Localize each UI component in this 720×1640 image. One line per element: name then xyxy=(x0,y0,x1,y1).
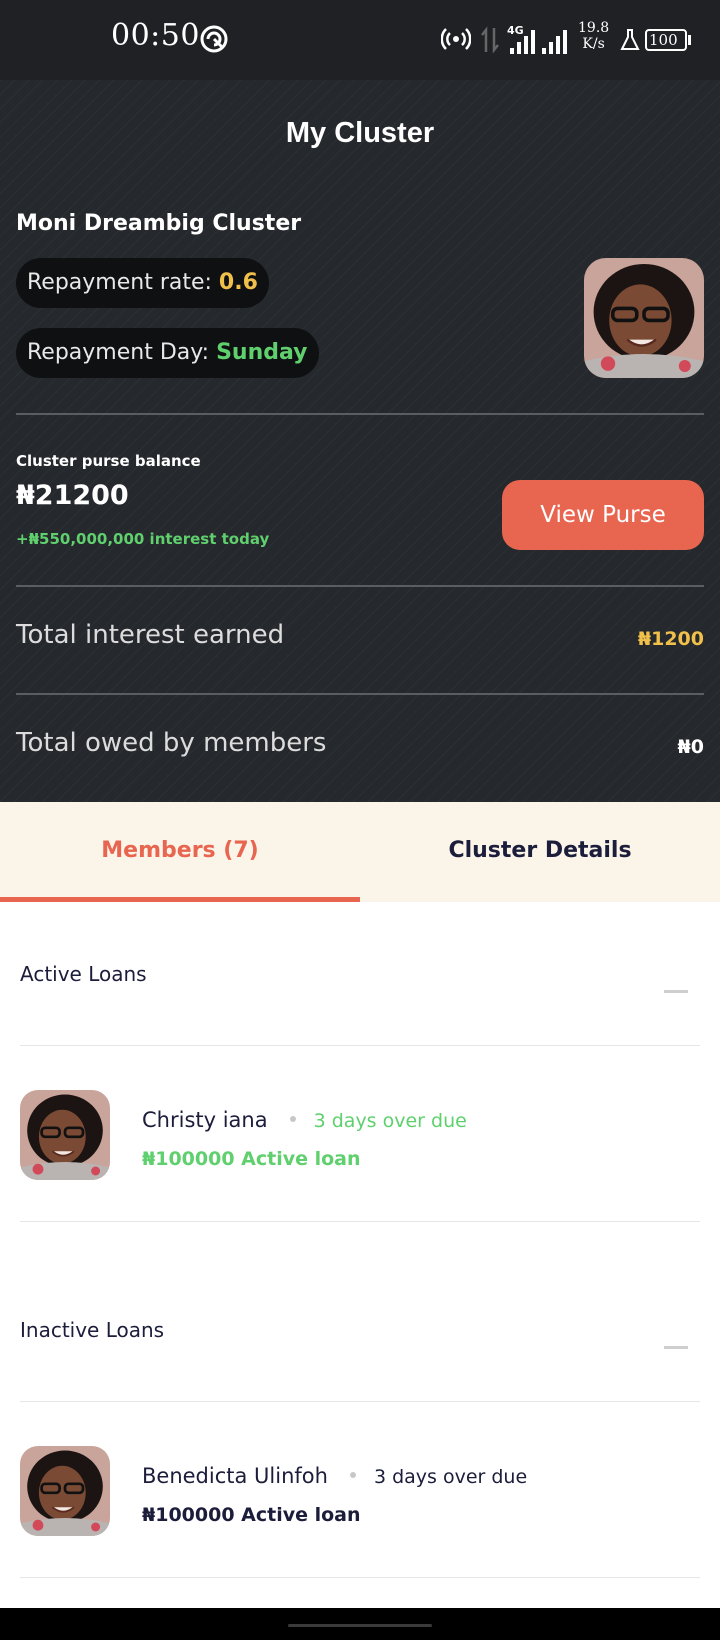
cluster-name: Moni Dreambig Cluster xyxy=(16,211,302,236)
total-owed-label: Total owed by members xyxy=(16,728,327,758)
status-bar: 00:50 4G 19.8 K/s 100 xyxy=(0,0,720,80)
due-status: 3 days over due xyxy=(313,1110,467,1132)
signal-icon xyxy=(510,30,567,54)
divider xyxy=(20,1221,700,1222)
inactive-loans-title: Inactive Loans xyxy=(20,1318,165,1342)
collapse-icon[interactable] xyxy=(664,1346,688,1349)
system-nav-bar xyxy=(0,1608,720,1640)
member-row-header: Christy iana 3 days over due xyxy=(142,1108,467,1132)
repayment-day-pill: Repayment Day: Sunday xyxy=(16,328,319,378)
repayment-day-value: Sunday xyxy=(216,340,308,365)
battery-level: 100 xyxy=(649,31,678,49)
member-avatar xyxy=(20,1446,110,1536)
page-title: My Cluster xyxy=(285,117,435,149)
battery-tip xyxy=(688,35,691,45)
cluster-avatar[interactable] xyxy=(584,258,704,378)
loan-amount: ₦100000 Active loan xyxy=(142,1148,361,1170)
total-interest-label: Total interest earned xyxy=(16,620,285,650)
member-name: Benedicta Ulinfoh xyxy=(142,1464,328,1488)
flask-icon xyxy=(620,29,640,50)
active-loans-title: Active Loans xyxy=(20,962,147,986)
avatar-image xyxy=(584,258,704,378)
purse-balance: ₦21200 xyxy=(16,480,129,511)
status-time: 00:50 xyxy=(111,18,200,53)
view-purse-button[interactable]: View Purse xyxy=(502,480,704,550)
divider xyxy=(16,585,704,587)
home-handle[interactable] xyxy=(288,1624,432,1627)
divider xyxy=(20,1045,700,1046)
divider xyxy=(16,413,704,415)
sync-icon xyxy=(200,25,228,53)
purse-label: Cluster purse balance xyxy=(16,452,201,470)
divider xyxy=(20,1577,700,1578)
collapse-icon[interactable] xyxy=(664,990,688,993)
member-avatar xyxy=(20,1090,110,1180)
tab-members[interactable]: Members (7) xyxy=(0,802,360,902)
avatar-image xyxy=(20,1446,110,1536)
hotspot-icon xyxy=(441,28,471,50)
total-interest-value: ₦1200 xyxy=(637,628,704,650)
repayment-rate-label: Repayment rate: xyxy=(27,270,219,295)
tab-bar: Members (7) Cluster Details xyxy=(0,802,720,902)
loan-amount: ₦100000 Active loan xyxy=(142,1504,361,1526)
divider xyxy=(20,1401,700,1402)
cluster-header: My Cluster Moni Dreambig Cluster Repayme… xyxy=(0,80,720,802)
tab-cluster-details[interactable]: Cluster Details xyxy=(360,802,720,902)
data-transfer-icon xyxy=(481,26,499,54)
battery-icon: 100 xyxy=(645,29,687,51)
total-owed-value: ₦0 xyxy=(677,736,704,758)
repayment-day-label: Repayment Day: xyxy=(27,340,217,365)
due-status: 3 days over due xyxy=(373,1466,528,1488)
repayment-rate-value: 0.6 xyxy=(218,270,258,295)
member-name: Christy iana xyxy=(142,1108,268,1132)
repayment-rate-pill: Repayment rate: 0.6 xyxy=(16,258,269,308)
avatar-image xyxy=(20,1090,110,1180)
member-row-header: Benedicta Ulinfoh 3 days over due xyxy=(142,1464,527,1488)
separator-dot xyxy=(349,1472,356,1478)
purse-interest-today: +₦550,000,000 interest today xyxy=(16,530,270,548)
separator-dot xyxy=(289,1116,296,1122)
divider xyxy=(16,693,704,695)
network-speed: 19.8 K/s xyxy=(578,20,610,52)
